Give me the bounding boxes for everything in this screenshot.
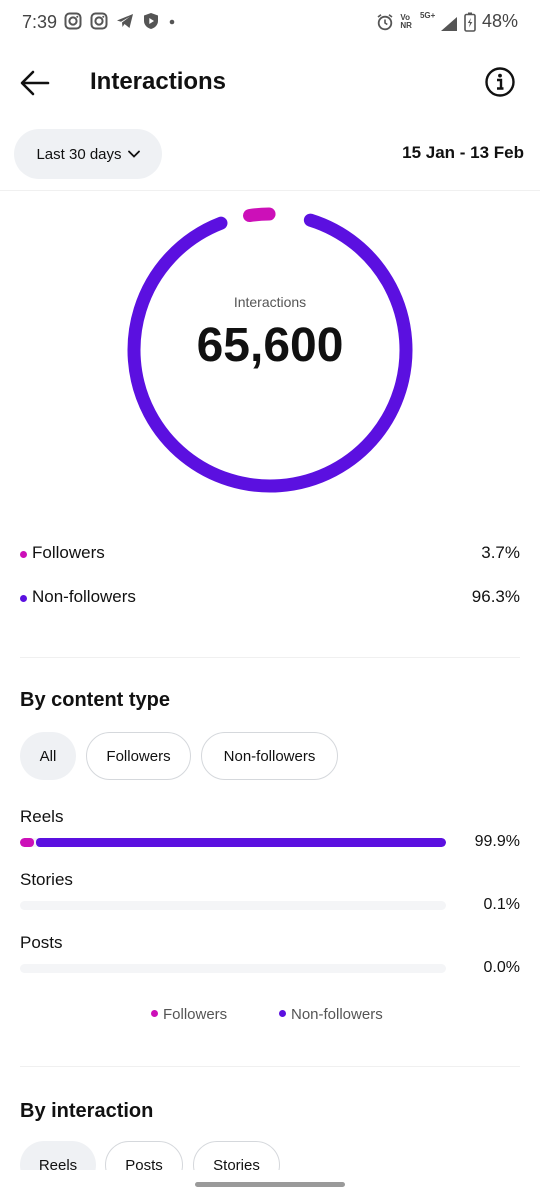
shield-play-icon: [144, 13, 158, 29]
alarm-icon: [377, 13, 393, 30]
legend-non-followers: Non-followers: [279, 1006, 383, 1023]
donut-label: Interactions: [233, 294, 307, 310]
divider: [0, 190, 540, 191]
back-arrow-icon[interactable]: [18, 66, 52, 100]
chip-stories[interactable]: Stories: [193, 1141, 280, 1170]
reels-bar-followers: [20, 838, 35, 847]
more-notifications-dot: [169, 19, 175, 25]
reels-label: Reels: [20, 807, 64, 826]
date-range-dropdown[interactable]: Last 30 days: [14, 129, 162, 179]
posts-label: Posts: [20, 933, 63, 952]
legend-followers-dot: [151, 1009, 158, 1017]
chevron-down-icon: [127, 150, 140, 158]
signal-indicator: 5G+: [418, 11, 458, 32]
reels-bar-non-followers: [36, 838, 446, 847]
legend-non-followers-label: Non-followers: [291, 1006, 383, 1023]
volte-indicator: Vo NR: [400, 12, 412, 30]
page-title: Interactions: [90, 68, 227, 95]
telegram-icon: [117, 14, 133, 28]
stories-percent: 0.1%: [483, 896, 520, 913]
legend-followers-label: Followers: [163, 1006, 228, 1023]
chip-non-followers[interactable]: Non-followers: [201, 732, 338, 780]
stories-bar: [20, 901, 446, 910]
status-time: 7:39: [22, 12, 58, 32]
battery-percent: 48%: [481, 11, 518, 31]
divider: [20, 1066, 520, 1067]
reels-percent: 99.9%: [474, 833, 520, 850]
content-type-title: By content type: [20, 689, 171, 711]
followers-percent: 3.7%: [481, 543, 520, 562]
followers-dot: [20, 551, 27, 558]
status-bar: 7:39 Vo NR 5G+ 48%: [0, 0, 540, 46]
interaction-title: By interaction: [20, 1100, 154, 1122]
non-followers-label: Non-followers: [32, 587, 136, 606]
header: Interactions: [0, 54, 540, 112]
non-followers-row: Non-followers 96.3%: [20, 587, 520, 611]
chip-all[interactable]: All: [20, 732, 76, 780]
followers-row: Followers 3.7%: [20, 543, 520, 567]
home-indicator[interactable]: [195, 1182, 345, 1187]
non-followers-dot: [20, 595, 27, 602]
legend-non-followers-dot: [279, 1009, 286, 1017]
battery-icon: [464, 12, 476, 32]
posts-bar: [20, 964, 446, 973]
instagram-icon: [64, 12, 82, 30]
info-icon[interactable]: [484, 66, 516, 98]
status-right: Vo NR 5G+ 48%: [376, 11, 518, 32]
reels-bar: [20, 838, 446, 847]
instagram-icon: [90, 12, 108, 30]
date-range-dropdown-label: Last 30 days: [36, 145, 122, 163]
signal-icon: [440, 16, 457, 31]
chip-reels[interactable]: Reels: [20, 1141, 96, 1170]
chip-followers[interactable]: Followers: [86, 732, 191, 780]
interaction-chip-row: Reels Posts Stories: [0, 1136, 540, 1170]
posts-percent: 0.0%: [483, 959, 520, 976]
chip-posts[interactable]: Posts: [105, 1141, 183, 1170]
followers-label: Followers: [32, 543, 105, 562]
total-interactions-value: 65,600: [196, 319, 344, 372]
divider: [20, 657, 520, 658]
stories-label: Stories: [20, 870, 73, 889]
legend-followers: Followers: [151, 1006, 227, 1023]
date-range-text: 15 Jan - 13 Feb: [402, 143, 524, 162]
non-followers-percent: 96.3%: [471, 587, 520, 606]
notification-icons: [64, 12, 176, 30]
